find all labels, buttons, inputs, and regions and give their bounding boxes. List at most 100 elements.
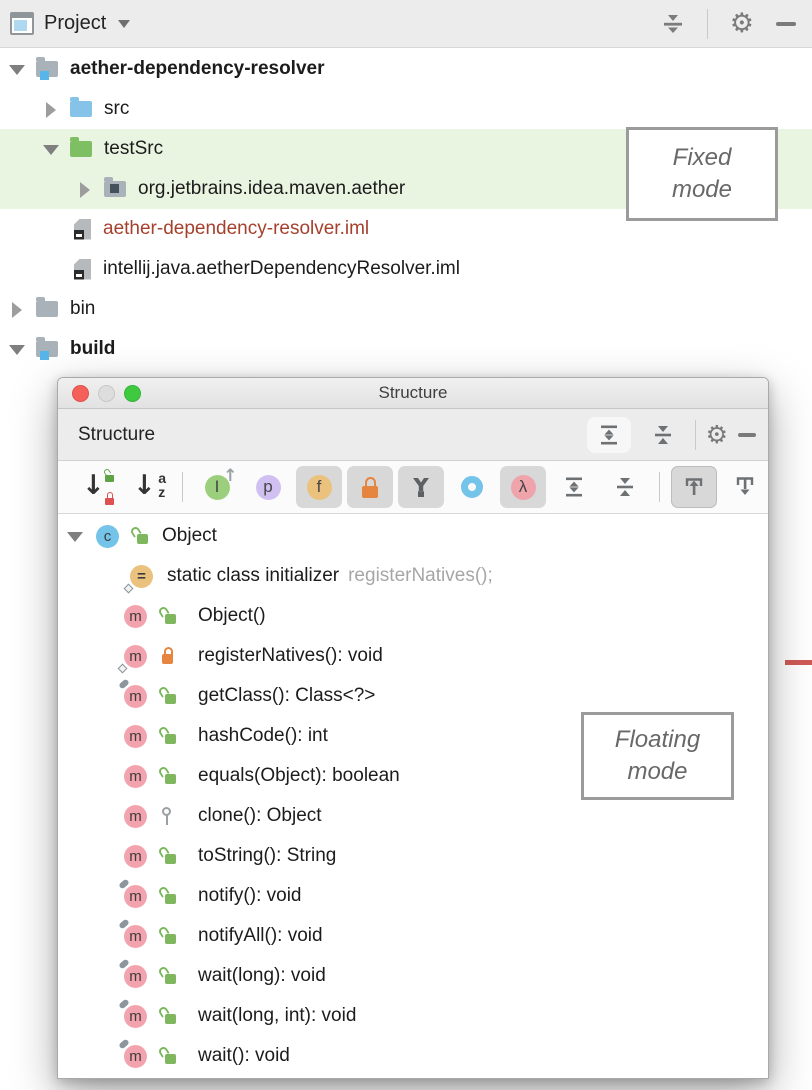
- sort-by-visibility-button[interactable]: ↓: [74, 466, 120, 508]
- autoscroll-to-source-button[interactable]: [671, 466, 717, 508]
- tree-item-label: aether-dependency-resolver: [70, 58, 325, 80]
- chevron-expanded-icon[interactable]: [8, 61, 24, 77]
- chevron-expanded-icon[interactable]: [8, 341, 24, 357]
- closed-lock-mini-icon: [105, 492, 115, 505]
- test-folder-icon: [70, 141, 92, 157]
- inherited-icon: I ↑: [205, 475, 230, 500]
- annotation-text: mode: [672, 174, 732, 206]
- structure-row-method[interactable]: m clone(): Object: [58, 796, 768, 836]
- structure-row-method[interactable]: m wait(): void: [58, 1036, 768, 1076]
- method-letter-glyph: m: [129, 1008, 142, 1025]
- structure-row-method[interactable]: m notifyAll(): void: [58, 916, 768, 956]
- tree-row-iml-2[interactable]: intellij.java.aetherDependencyResolver.i…: [0, 249, 812, 289]
- class-letter-glyph: c: [104, 528, 112, 545]
- show-anonymous-button[interactable]: [449, 466, 495, 508]
- method-icon: m: [124, 725, 147, 748]
- public-lock-icon: [161, 687, 176, 705]
- structure-item-label: Object: [162, 525, 217, 547]
- tree-item-label: testSrc: [104, 138, 163, 160]
- final-marker-icon: [118, 678, 130, 689]
- structure-row-class[interactable]: c Object: [58, 516, 768, 556]
- hide-button[interactable]: [776, 22, 796, 26]
- expand-all-button[interactable]: [587, 417, 631, 453]
- chevron-expanded-icon[interactable]: [66, 528, 82, 544]
- method-letter-glyph: m: [129, 808, 142, 825]
- tree-row-build[interactable]: build: [0, 329, 812, 369]
- show-fields-button[interactable]: f: [296, 466, 342, 508]
- method-letter-glyph: m: [129, 968, 142, 985]
- method-letter-glyph: m: [129, 1048, 142, 1065]
- chevron-collapsed-icon[interactable]: [76, 181, 92, 197]
- macos-titlebar[interactable]: Structure: [58, 378, 768, 409]
- window-title: Structure: [58, 383, 768, 403]
- structure-row-method[interactable]: m wait(long): void: [58, 956, 768, 996]
- hide-button[interactable]: [738, 433, 756, 437]
- structure-item-suffix: registerNatives();: [348, 565, 493, 587]
- tree-row-module-root[interactable]: aether-dependency-resolver: [0, 49, 812, 89]
- chevron-collapsed-icon[interactable]: [42, 101, 58, 117]
- method-letter-glyph: m: [129, 888, 142, 905]
- chevron-collapsed-icon[interactable]: [8, 301, 24, 317]
- method-icon: m: [124, 685, 147, 708]
- method-letter-glyph: m: [129, 688, 142, 705]
- collapse-all-button[interactable]: [661, 12, 685, 36]
- protected-key-icon: [161, 807, 172, 826]
- separator: [695, 420, 696, 450]
- expand-all-button[interactable]: [551, 466, 597, 508]
- public-lock-icon: [161, 607, 176, 625]
- method-icon: m: [124, 885, 147, 908]
- sort-alphabetically-button[interactable]: ↓ a z: [125, 466, 171, 508]
- module-icon: [36, 61, 58, 77]
- sort-alphabetically-icon: ↓ a z: [135, 472, 161, 502]
- tree-row-src[interactable]: src: [0, 89, 812, 129]
- show-non-public-button[interactable]: [347, 466, 393, 508]
- structure-row-initializer[interactable]: = static class initializer registerNativ…: [58, 556, 768, 596]
- tree-item-label: src: [104, 98, 129, 120]
- structure-row-method[interactable]: m registerNatives(): void: [58, 636, 768, 676]
- structure-item-label: static class initializer: [167, 565, 339, 587]
- method-letter-glyph: m: [129, 648, 142, 665]
- final-marker-icon: [118, 878, 130, 889]
- structure-item-label: equals(Object): boolean: [198, 765, 400, 787]
- structure-row-method[interactable]: m wait(long, int): void: [58, 996, 768, 1036]
- gear-icon[interactable]: ⚙: [706, 422, 728, 447]
- project-toolwindow-header: Project ⚙: [0, 0, 812, 48]
- gear-icon[interactable]: ⚙: [730, 10, 754, 37]
- letter-z-glyph: z: [158, 485, 166, 499]
- group-methods-button[interactable]: [398, 466, 444, 508]
- tree-row-bin[interactable]: bin: [0, 289, 812, 329]
- show-inherited-button[interactable]: I ↑: [194, 466, 240, 508]
- open-lock-mini-icon: [105, 469, 115, 482]
- show-lambdas-button[interactable]: λ: [500, 466, 546, 508]
- project-title[interactable]: Project: [44, 12, 106, 35]
- properties-icon: p: [256, 475, 281, 500]
- annotation-text: Floating: [615, 724, 700, 756]
- structure-item-label: wait(): void: [198, 1045, 290, 1067]
- method-icon: m: [124, 925, 147, 948]
- separator: [707, 9, 708, 39]
- chevron-expanded-icon[interactable]: [42, 141, 58, 157]
- collapse-all-button[interactable]: [602, 466, 648, 508]
- orange-lock-icon: [361, 477, 379, 498]
- final-marker-icon: [118, 1038, 130, 1049]
- method-letter-glyph: m: [129, 928, 142, 945]
- chevron-down-icon[interactable]: [118, 20, 130, 34]
- method-icon: m: [124, 965, 147, 988]
- method-letter-glyph: m: [129, 608, 142, 625]
- structure-row-method[interactable]: m toString(): String: [58, 836, 768, 876]
- show-properties-button[interactable]: p: [245, 466, 291, 508]
- annotation-text: Fixed: [673, 142, 732, 174]
- floating-mode-annotation: Floating mode: [581, 712, 734, 800]
- structure-row-method[interactable]: m Object(): [58, 596, 768, 636]
- fixed-mode-annotation: Fixed mode: [626, 127, 778, 221]
- up-arrow-glyph: ↑: [223, 466, 237, 486]
- structure-item-label: clone(): Object: [198, 805, 322, 827]
- structure-row-method[interactable]: m getClass(): Class<?>: [58, 676, 768, 716]
- equals-glyph: =: [137, 568, 146, 585]
- public-lock-icon: [161, 727, 176, 745]
- static-marker-icon: [118, 663, 128, 673]
- anonymous-classes-icon: [461, 476, 483, 498]
- structure-row-method[interactable]: m notify(): void: [58, 876, 768, 916]
- collapse-all-button[interactable]: [641, 417, 685, 453]
- autoscroll-from-source-button[interactable]: [722, 466, 768, 508]
